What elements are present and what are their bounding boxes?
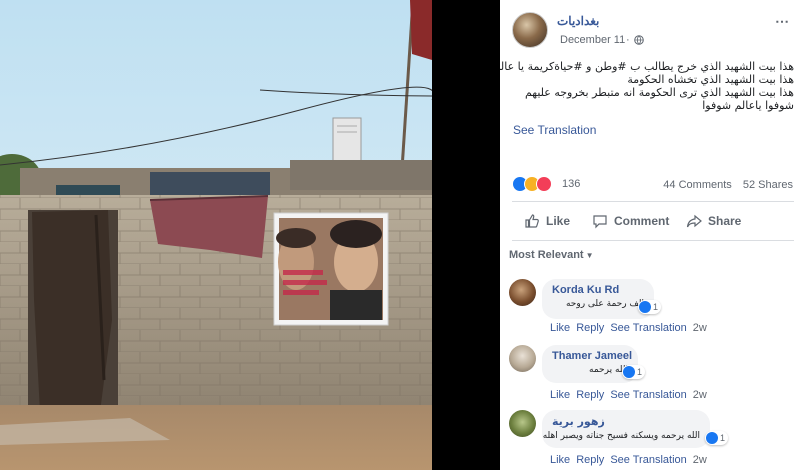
- comment-label: Comment: [614, 214, 670, 228]
- see-translation-link[interactable]: See Translation: [513, 123, 596, 137]
- comments-count[interactable]: 44 Comments: [663, 179, 731, 191]
- share-arrow-icon: [686, 214, 702, 228]
- post-text-line: هذا بيت الشهيد الذي خرج يطالب ب #وطن و #…: [500, 60, 794, 73]
- globe-icon: [634, 35, 644, 45]
- thumbs-up-icon: [525, 214, 539, 228]
- commenter-name[interactable]: زهور برية: [552, 415, 700, 428]
- post-text-line: هذا بيت الشهيد الذي ترى الحكومة انه متبط…: [524, 86, 794, 99]
- reaction-count: 136: [562, 178, 581, 190]
- shares-count[interactable]: 52 Shares: [743, 179, 793, 191]
- comment-bubble: زهور برية الله يرحمه ويسكنه فسيح جناته و…: [542, 410, 710, 448]
- comment-button[interactable]: Comment: [592, 206, 669, 236]
- share-label: Share: [708, 214, 742, 228]
- comment-reaction-count[interactable]: 1: [705, 431, 729, 445]
- comment-time[interactable]: 2w: [693, 389, 707, 401]
- comment-reaction-number: 1: [637, 367, 643, 377]
- comment-time[interactable]: 2w: [693, 454, 707, 466]
- commenter-name[interactable]: Thamer Jameel: [552, 350, 632, 362]
- comment-text: الله يرحمه: [589, 365, 628, 375]
- comment-reply-link[interactable]: Reply: [576, 454, 604, 466]
- post-date[interactable]: December 11: [560, 34, 625, 46]
- comment-text: الله يرحمه ويسكنه فسيح جناته ويصبر اهله: [542, 431, 700, 441]
- comment-reaction-number: 1: [653, 302, 659, 312]
- engagement-counts: 44 Comments 52 Shares: [663, 179, 793, 191]
- comment-like-link[interactable]: Like: [550, 389, 570, 401]
- comment-like-link[interactable]: Like: [550, 322, 570, 334]
- comment-time[interactable]: 2w: [693, 322, 707, 334]
- comment-reply-link[interactable]: Reply: [576, 389, 604, 401]
- post-panel: بغداديات December 11 · ⋯ هذا بيت الشهيد …: [500, 0, 800, 470]
- comment-bubble: Korda Ku Rd الف رحمة على روحه: [542, 279, 654, 319]
- like-label: Like: [546, 214, 571, 228]
- more-options-icon[interactable]: ⋯: [772, 14, 792, 30]
- page-avatar[interactable]: [512, 12, 548, 48]
- reaction-summary[interactable]: 136: [512, 176, 602, 194]
- like-reaction-icon: [639, 301, 651, 313]
- love-reaction-icon: [536, 176, 552, 192]
- post-text-line: شوفوا ياعالم شوفوا: [702, 99, 794, 112]
- post-text-line: هذا بيت الشهيد الذي تخشاه الحكومة: [627, 73, 794, 86]
- post-actions: Like Comment Share: [512, 206, 794, 236]
- commenter-avatar[interactable]: [509, 279, 536, 306]
- post-photo[interactable]: [0, 0, 432, 470]
- lightbox-backdrop: [432, 0, 500, 470]
- comment-text: الف رحمة على روحه: [565, 299, 644, 309]
- house-wall-photo: [0, 0, 432, 470]
- like-reaction-icon: [623, 366, 635, 378]
- commenter-avatar[interactable]: [509, 410, 536, 437]
- post-text: هذا بيت الشهيد الذي خرج يطالب ب #وطن و #…: [500, 60, 794, 112]
- comment-translate-link[interactable]: See Translation: [610, 322, 686, 334]
- comment-sort-dropdown[interactable]: Most Relevant ▼: [509, 249, 594, 261]
- comment-translate-link[interactable]: See Translation: [610, 454, 686, 466]
- like-button[interactable]: Like: [524, 206, 570, 236]
- divider: [512, 240, 794, 241]
- post-header: بغداديات December 11 · ⋯: [512, 10, 792, 50]
- comment-reaction-count[interactable]: 1: [622, 365, 646, 379]
- comment-reaction-number: 1: [720, 433, 726, 443]
- share-button[interactable]: Share: [686, 206, 741, 236]
- comment-actions: Like Reply See Translation 2w: [550, 322, 713, 334]
- post-author[interactable]: بغداديات: [557, 14, 599, 28]
- commenter-avatar[interactable]: [509, 345, 536, 372]
- like-reaction-icon: [706, 432, 718, 444]
- caret-down-icon: ▼: [585, 251, 594, 260]
- comment-actions: Like Reply See Translation 2w: [550, 454, 713, 466]
- commenter-name[interactable]: Korda Ku Rd: [552, 284, 644, 296]
- comment-reply-link[interactable]: Reply: [576, 322, 604, 334]
- comment-translate-link[interactable]: See Translation: [610, 389, 686, 401]
- comment-icon: [593, 215, 607, 229]
- divider: [512, 201, 794, 202]
- comment-like-link[interactable]: Like: [550, 454, 570, 466]
- comment-actions: Like Reply See Translation 2w: [550, 389, 713, 401]
- date-separator: ·: [626, 34, 630, 46]
- comment-reaction-count[interactable]: 1: [638, 300, 662, 314]
- sort-label: Most Relevant: [509, 249, 584, 261]
